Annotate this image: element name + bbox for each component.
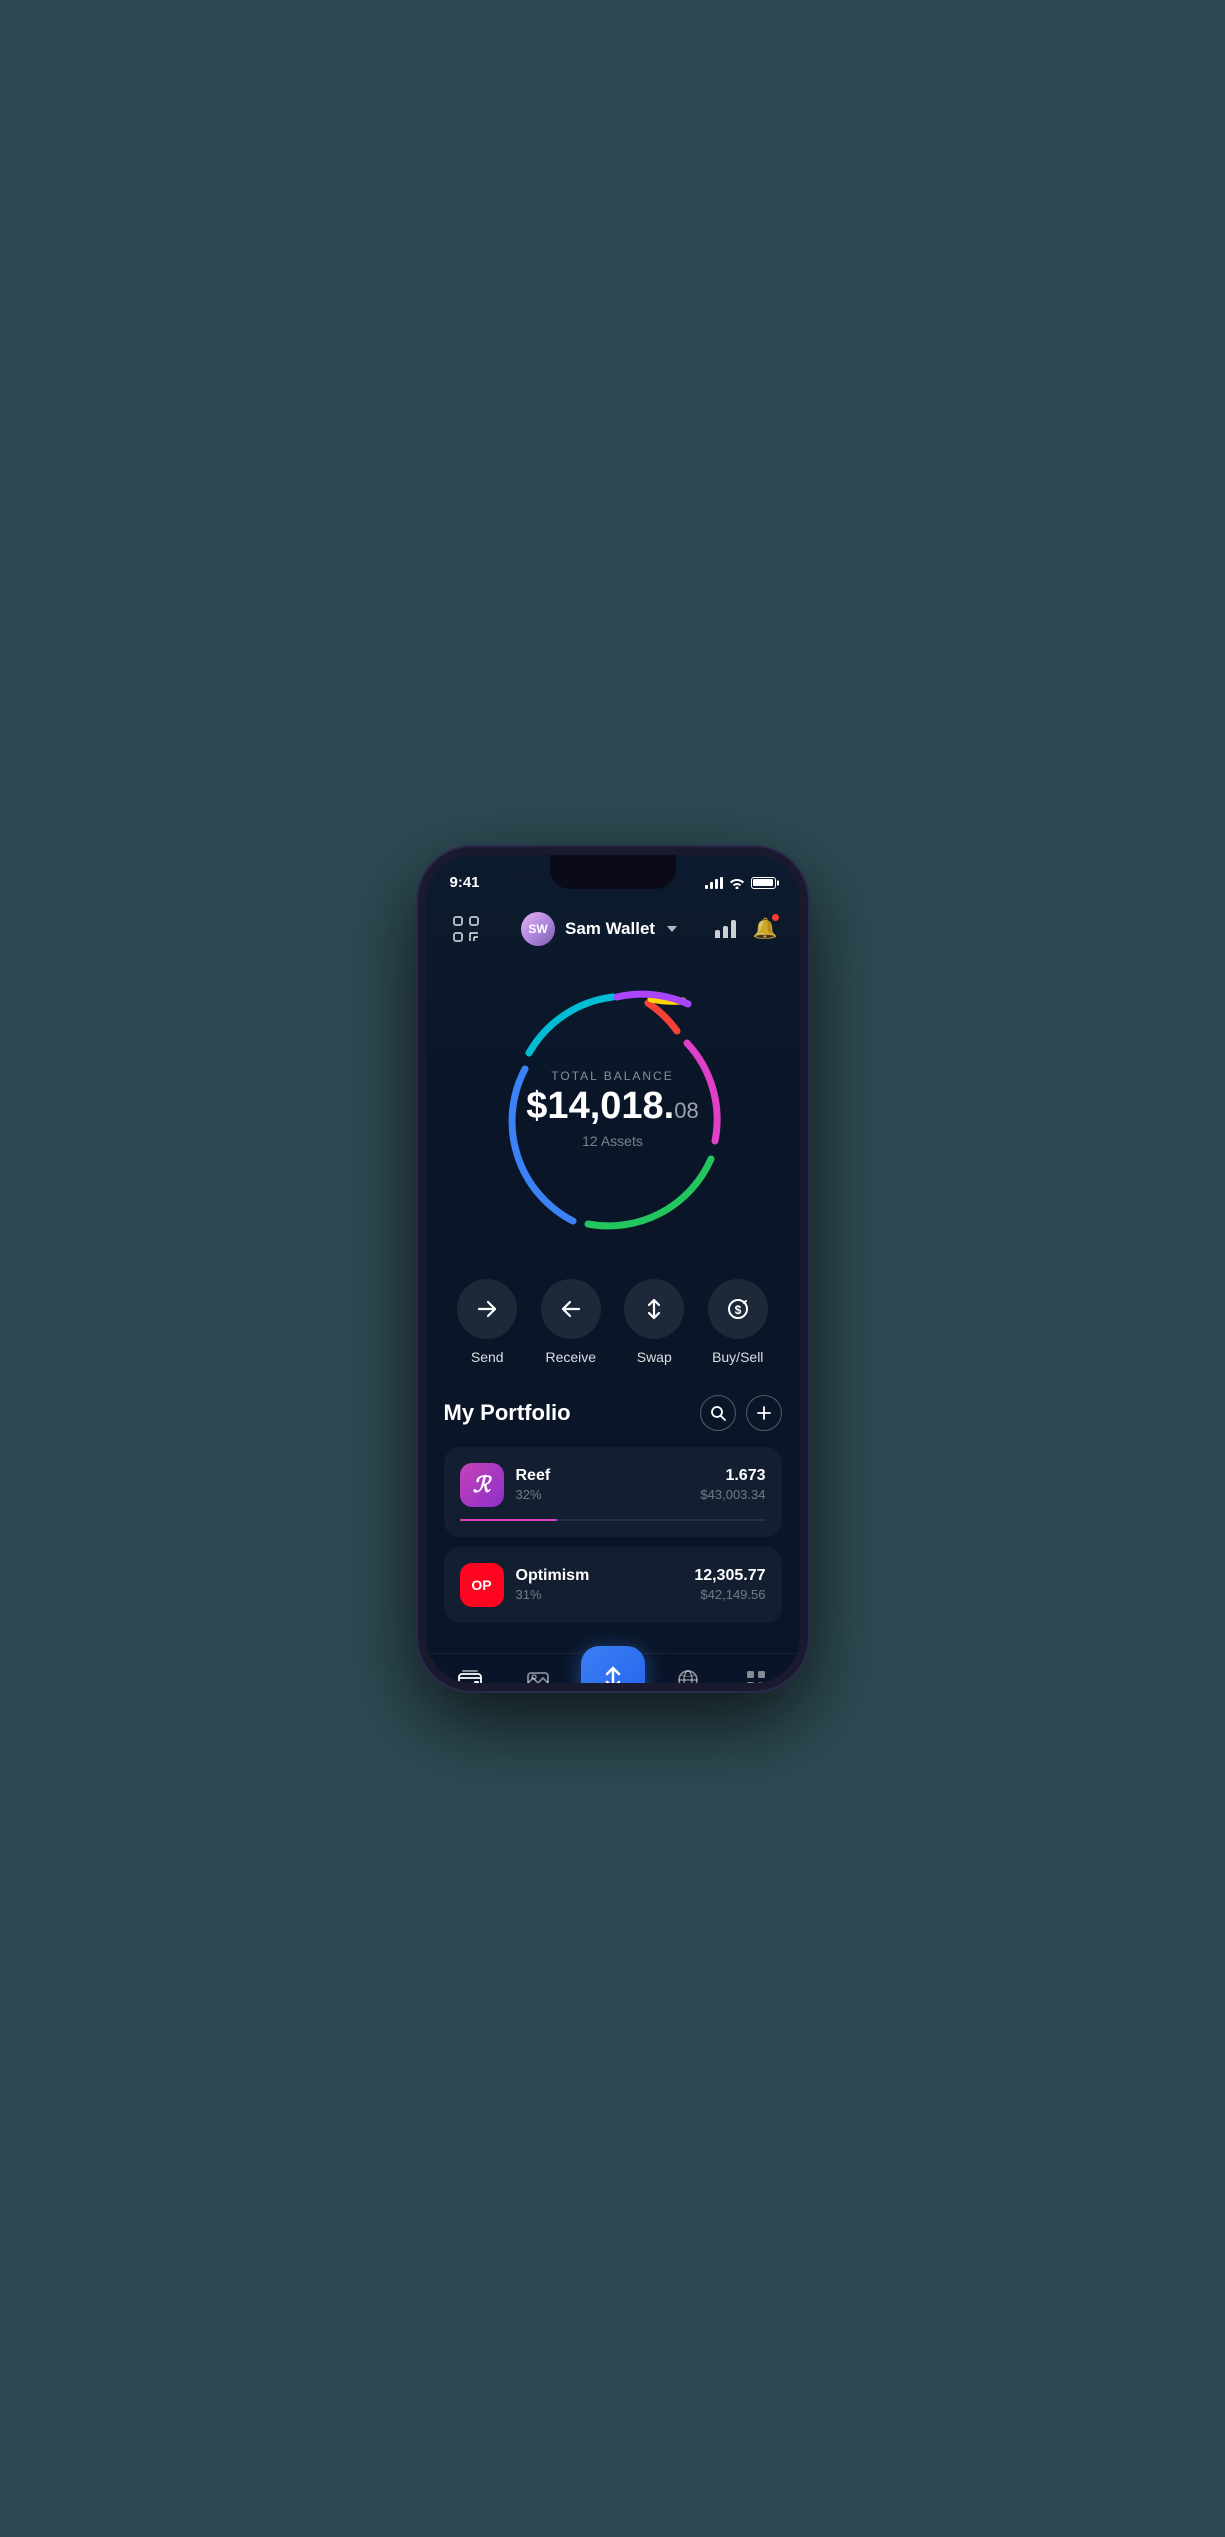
signal-icon: [705, 877, 723, 889]
balance-donut: TOTAL BALANCE $14,018.08 12 Assets: [426, 959, 800, 1269]
portfolio-actions: [700, 1395, 782, 1431]
action-buttons: Send Receive: [426, 1269, 800, 1395]
optimism-pct: 31%: [516, 1587, 683, 1602]
send-button[interactable]: [457, 1279, 517, 1339]
asset-card-optimism[interactable]: OP Optimism 31% 12,305.77 $42,149.56: [444, 1547, 782, 1623]
receive-icon: [560, 1298, 582, 1320]
phone-shell: 9:41: [418, 847, 808, 1691]
reef-info: Reef 32%: [516, 1467, 689, 1502]
battery-icon: [751, 877, 776, 889]
send-label: Send: [471, 1349, 504, 1365]
nav-wallet[interactable]: Wallet: [445, 1668, 495, 1683]
notch: [550, 855, 676, 889]
optimism-name: Optimism: [516, 1567, 683, 1585]
swap-button[interactable]: [624, 1279, 684, 1339]
center-action-icon: [600, 1665, 626, 1683]
bottom-nav: Wallet NFTs: [426, 1653, 800, 1683]
send-icon: [476, 1298, 498, 1320]
swap-label: Swap: [637, 1349, 672, 1365]
balance-label: TOTAL BALANCE: [551, 1069, 673, 1083]
nav-web3[interactable]: Web3: [663, 1668, 713, 1683]
status-icons: [705, 877, 776, 889]
scan-icon: [453, 916, 479, 942]
notification-button[interactable]: 🔔: [753, 916, 778, 941]
reef-name: Reef: [516, 1467, 689, 1485]
web3-icon: [676, 1668, 700, 1683]
buysell-button[interactable]: $: [708, 1279, 768, 1339]
optimism-usd: $42,149.56: [694, 1587, 765, 1602]
portfolio-title: My Portfolio: [444, 1400, 571, 1426]
optimism-info: Optimism 31%: [516, 1567, 683, 1602]
swap-action[interactable]: Swap: [624, 1279, 684, 1365]
receive-button[interactable]: [541, 1279, 601, 1339]
account-selector[interactable]: SW Sam Wallet: [521, 912, 677, 946]
scan-button[interactable]: [448, 911, 484, 947]
optimism-logo: OP: [460, 1563, 504, 1607]
buysell-label: Buy/Sell: [712, 1349, 763, 1365]
buysell-icon: $: [726, 1297, 750, 1321]
optimism-amount: 12,305.77: [694, 1567, 765, 1585]
reef-logo: ℛ: [460, 1463, 504, 1507]
chart-icon[interactable]: [715, 920, 737, 938]
nav-more[interactable]: More: [731, 1668, 781, 1683]
reef-amount: 1.673: [700, 1467, 765, 1485]
header-right: 🔔: [715, 916, 778, 941]
more-icon: [744, 1668, 768, 1683]
reef-bar: [460, 1519, 558, 1521]
portfolio-header: My Portfolio: [444, 1395, 782, 1431]
asset-row-reef: ℛ Reef 32% 1.673 $43,003.34: [460, 1463, 766, 1507]
svg-text:$: $: [734, 1303, 741, 1317]
reef-values: 1.673 $43,003.34: [700, 1467, 765, 1502]
avatar: SW: [521, 912, 555, 946]
center-action-button[interactable]: [581, 1646, 645, 1683]
reef-pct: 32%: [516, 1487, 689, 1502]
balance-amount: $14,018.08: [526, 1087, 698, 1125]
asset-card-reef[interactable]: ℛ Reef 32% 1.673 $43,003.34: [444, 1447, 782, 1537]
reef-bar-container: [460, 1519, 766, 1521]
add-icon: [756, 1405, 772, 1421]
notification-badge: [771, 913, 780, 922]
receive-label: Receive: [545, 1349, 596, 1365]
header: SW Sam Wallet 🔔: [426, 903, 800, 959]
buysell-action[interactable]: $ Buy/Sell: [708, 1279, 768, 1365]
nav-center[interactable]: [581, 1666, 645, 1683]
wifi-icon: [729, 877, 745, 889]
asset-row-optimism: OP Optimism 31% 12,305.77 $42,149.56: [460, 1563, 766, 1607]
swap-icon: [643, 1298, 665, 1320]
add-button[interactable]: [746, 1395, 782, 1431]
status-time: 9:41: [450, 874, 480, 891]
account-name: Sam Wallet: [565, 919, 655, 939]
wallet-icon: [458, 1668, 482, 1683]
chevron-down-icon: [667, 926, 677, 932]
optimism-values: 12,305.77 $42,149.56: [694, 1567, 765, 1602]
screen: 9:41: [426, 855, 800, 1683]
receive-action[interactable]: Receive: [541, 1279, 601, 1365]
nav-nfts[interactable]: NFTs: [513, 1668, 563, 1683]
asset-count: 12 Assets: [582, 1133, 643, 1149]
portfolio-section: My Portfolio: [426, 1395, 800, 1653]
nfts-icon: [526, 1668, 550, 1683]
reef-usd: $43,003.34: [700, 1487, 765, 1502]
balance-center: TOTAL BALANCE $14,018.08 12 Assets: [526, 1069, 698, 1149]
search-button[interactable]: [700, 1395, 736, 1431]
send-action[interactable]: Send: [457, 1279, 517, 1365]
search-icon: [710, 1405, 726, 1421]
